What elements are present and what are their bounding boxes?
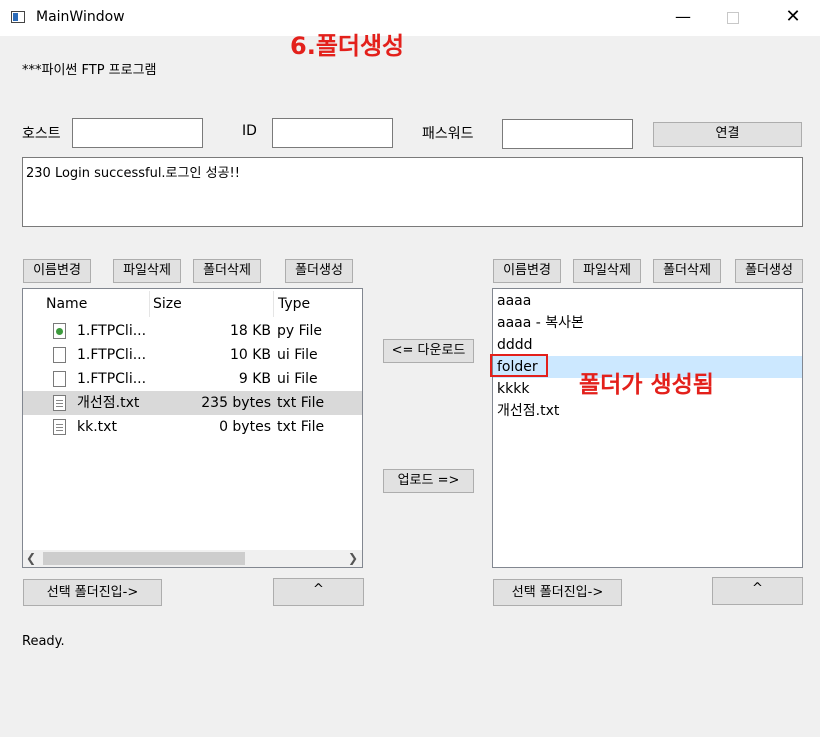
file-size: 235 bytes: [201, 395, 271, 411]
local-rename-button[interactable]: 이름변경: [23, 259, 91, 283]
column-header-name[interactable]: Name: [46, 289, 87, 319]
file-type: py File: [277, 323, 323, 339]
file-row[interactable]: 1.FTPCli... 18 KB py File: [23, 319, 362, 343]
connect-button[interactable]: 연결: [653, 122, 802, 147]
id-input[interactable]: [272, 118, 393, 148]
file-row-selected[interactable]: 개선점.txt 235 bytes txt File: [23, 391, 362, 415]
step-annotation: 6.폴더생성: [290, 32, 405, 60]
file-icon: [53, 347, 66, 363]
minimize-button[interactable]: —: [660, 0, 706, 36]
column-header-type[interactable]: Type: [278, 289, 310, 319]
status-bar-text: Ready.: [22, 634, 65, 649]
maximize-button[interactable]: [710, 0, 756, 36]
local-up-button[interactable]: ^: [273, 578, 364, 606]
password-input[interactable]: [502, 119, 633, 149]
file-name: 1.FTPCli...: [77, 371, 147, 387]
remote-rename-button[interactable]: 이름변경: [493, 259, 561, 283]
column-header-size[interactable]: Size: [153, 289, 182, 319]
window-title: MainWindow: [36, 9, 125, 25]
created-annotation: 폴더가 생성됨: [579, 372, 714, 398]
scrollbar-thumb[interactable]: [43, 552, 245, 565]
file-size: 10 KB: [229, 347, 271, 363]
column-divider[interactable]: [149, 291, 150, 317]
file-size: 0 bytes: [219, 419, 271, 435]
file-size: 18 KB: [229, 323, 271, 339]
horizontal-scrollbar[interactable]: ❮ ❯: [23, 550, 362, 567]
file-icon: [53, 371, 66, 387]
app-window-icon: [11, 11, 25, 23]
log-textbox[interactable]: 230 Login successful.로그인 성공!!: [22, 157, 803, 227]
id-label: ID: [242, 123, 257, 139]
remote-up-button[interactable]: ^: [712, 577, 803, 605]
local-file-list[interactable]: Name Size Type 1.FTPCli... 18 KB py File…: [22, 288, 363, 568]
file-name: 1.FTPCli...: [77, 347, 147, 363]
file-name: kk.txt: [77, 419, 117, 435]
highlight-box: [490, 354, 548, 377]
file-type: txt File: [277, 419, 325, 435]
file-row[interactable]: 1.FTPCli... 9 KB ui File: [23, 367, 362, 391]
remote-delete-folder-button[interactable]: 폴더삭제: [653, 259, 721, 283]
remote-file-list[interactable]: aaaa aaaa - 복사본 dddd folder kkkk 개선점.txt: [492, 288, 803, 568]
remote-enter-folder-button[interactable]: 선택 폴더진입->: [493, 579, 622, 606]
file-name: 개선점.txt: [77, 395, 140, 411]
file-name: 1.FTPCli...: [77, 323, 147, 339]
remote-create-folder-button[interactable]: 폴더생성: [735, 259, 803, 283]
local-delete-folder-button[interactable]: 폴더삭제: [193, 259, 261, 283]
close-button[interactable]: ✕: [770, 0, 816, 36]
download-button[interactable]: <= 다운로드: [383, 339, 474, 363]
host-input[interactable]: [72, 118, 203, 148]
text-file-icon: [53, 395, 66, 411]
remote-list-item[interactable]: dddd: [493, 334, 802, 356]
text-file-icon: [53, 419, 66, 435]
upload-button[interactable]: 업로드 =>: [383, 469, 474, 493]
maximize-icon: [727, 12, 739, 24]
file-size: 9 KB: [238, 371, 271, 387]
local-delete-file-button[interactable]: 파일삭제: [113, 259, 181, 283]
host-label: 호스트: [22, 126, 61, 142]
local-create-folder-button[interactable]: 폴더생성: [285, 259, 353, 283]
file-type: ui File: [277, 347, 318, 363]
remote-list-item[interactable]: aaaa: [493, 290, 802, 312]
remote-list-item[interactable]: 개선점.txt: [493, 400, 802, 422]
file-type: ui File: [277, 371, 318, 387]
file-row[interactable]: kk.txt 0 bytes txt File: [23, 415, 362, 439]
column-divider[interactable]: [273, 291, 274, 317]
file-row[interactable]: 1.FTPCli... 10 KB ui File: [23, 343, 362, 367]
python-file-icon: [53, 323, 66, 339]
remote-list-item[interactable]: aaaa - 복사본: [493, 312, 802, 334]
scroll-right-icon[interactable]: ❯: [348, 550, 358, 567]
local-enter-folder-button[interactable]: 선택 폴더진입->: [23, 579, 162, 606]
file-type: txt File: [277, 395, 325, 411]
scroll-left-icon[interactable]: ❮: [26, 550, 36, 567]
app-heading: ***파이썬 FTP 프로그램: [22, 63, 157, 78]
password-label: 패스워드: [422, 126, 474, 142]
remote-delete-file-button[interactable]: 파일삭제: [573, 259, 641, 283]
